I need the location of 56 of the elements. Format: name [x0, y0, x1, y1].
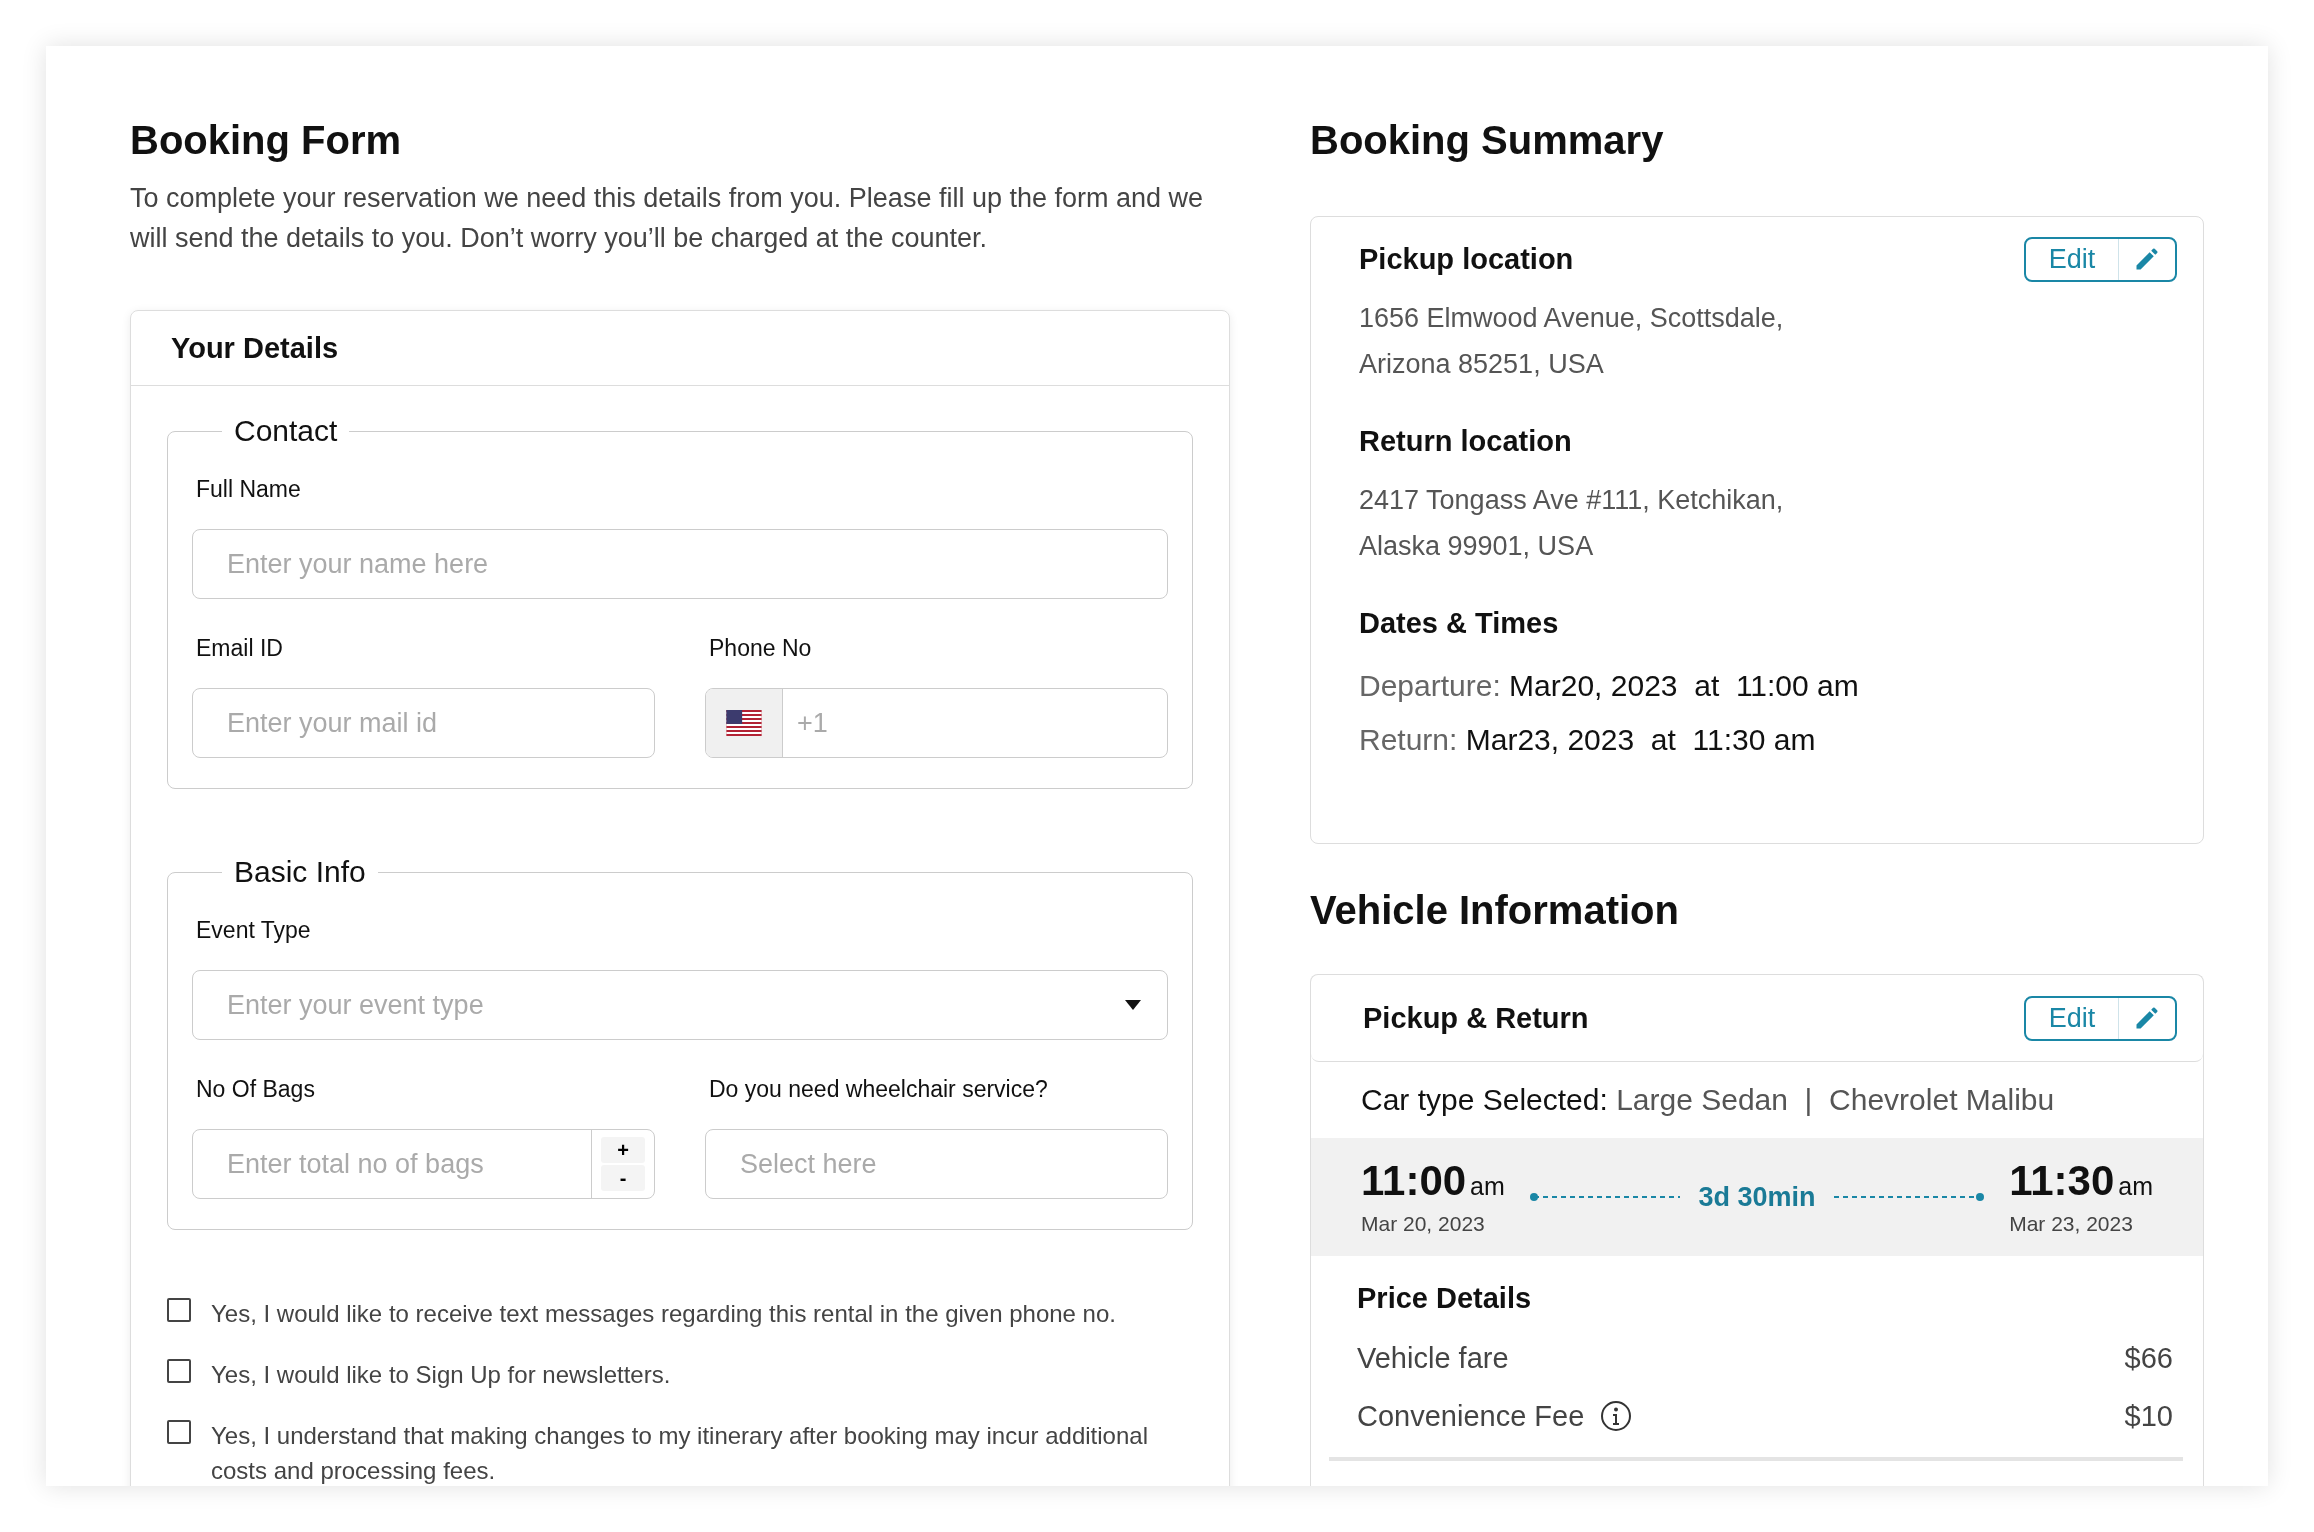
consent-text: Yes, I understand that making changes to my itinerary after booking may incur additional costs and processing fees. [211, 1421, 1149, 1486]
date-time-text: Return: Mar23, 2023 at 11:30 am [1359, 722, 1817, 758]
field-label: No Of Bags [196, 1076, 316, 1103]
section-title: Booking Summary [1310, 117, 1665, 164]
date-time-text: Departure: Mar20, 2023 at 11:00 am [1359, 668, 1860, 704]
section-title: Vehicle Information [1310, 887, 1680, 934]
price-label: Vehicle fare [1357, 1341, 1509, 1375]
edit-button[interactable]: Edit [2024, 995, 2177, 1041]
time-text: 11:00 am [1361, 1158, 1505, 1206]
card-title: Pickup & Return [1363, 1001, 1589, 1035]
price-amount: $10 [2124, 1399, 2173, 1433]
address-line: 2417 Tongass Ave #111, Ketchikan, [1359, 484, 1785, 517]
input-field[interactable]: Enter your name here [192, 529, 1168, 599]
price-amount: $66 [2124, 1341, 2173, 1375]
card-title: Your Details [171, 331, 339, 365]
section-heading: Dates & Times [1359, 606, 1559, 640]
field-label: Email ID [196, 635, 284, 662]
price-label: Convenience Fee [1357, 1399, 1585, 1433]
address-line: 1656 Elmwood Avenue, Scottsdale, [1359, 302, 1785, 335]
page-title: Booking Form [130, 117, 403, 164]
date-text: Mar 20, 2023 [1361, 1211, 1486, 1236]
caret-icon [1125, 1000, 1141, 1010]
edit-button[interactable]: Edit [2024, 236, 2177, 282]
address-line: Arizona 85251, USA [1359, 348, 1605, 381]
checkbox[interactable] [167, 1359, 191, 1383]
phone-input[interactable]: +1 [783, 689, 1167, 757]
info-icon [1600, 1400, 1633, 1432]
field-label: Full Name [196, 476, 302, 503]
checkbox[interactable] [167, 1298, 191, 1322]
input-field[interactable]: Select here [705, 1129, 1168, 1199]
price-details-heading: Price Details [1357, 1282, 1533, 1315]
consent-text: Yes, I would like to Sign Up for newsletters. [211, 1360, 672, 1390]
section-heading: Pickup location [1359, 242, 1574, 276]
date-text: Mar 23, 2023 [2009, 1211, 2134, 1236]
duration-text: 3d 30min [1698, 1181, 1816, 1213]
consent-text: Yes, I would like to receive text messages regarding this rental in the given phone no. [211, 1299, 1117, 1329]
bags-input[interactable]: Enter total no of bags [193, 1130, 591, 1198]
section-legend: Contact [222, 414, 350, 448]
field-label: Do you need wheelchair service? [709, 1076, 1049, 1103]
bags-field[interactable]: Enter total no of bags + - [192, 1129, 655, 1199]
section-legend: Basic Info [222, 855, 378, 889]
field-label: Event Type [196, 917, 312, 944]
car-type-text: Car type Selected: Large Sedan | Chevrolet Malibu [1361, 1083, 2055, 1117]
field-label: Phone No [709, 635, 813, 662]
input-field[interactable]: Enter your mail id [192, 688, 655, 758]
checkbox[interactable] [167, 1420, 191, 1444]
dotted-line-icon [1530, 1192, 1681, 1202]
decrement-button[interactable]: - [601, 1165, 645, 1191]
dotted-line-icon [1833, 1192, 1984, 1202]
form-description: To complete your reservation we need this details from you. Please fill up the form and we will send the details to you. Don’t worry you’ll be charged at the counter. [130, 182, 1205, 255]
time-text: 11:30 am [2009, 1158, 2153, 1206]
increment-button[interactable]: + [601, 1137, 645, 1163]
address-line: Alaska 99901, USA [1359, 530, 1595, 563]
section-heading: Return location [1359, 424, 1572, 458]
flag-icon [726, 710, 762, 736]
phone-field[interactable]: +1 [705, 688, 1168, 758]
